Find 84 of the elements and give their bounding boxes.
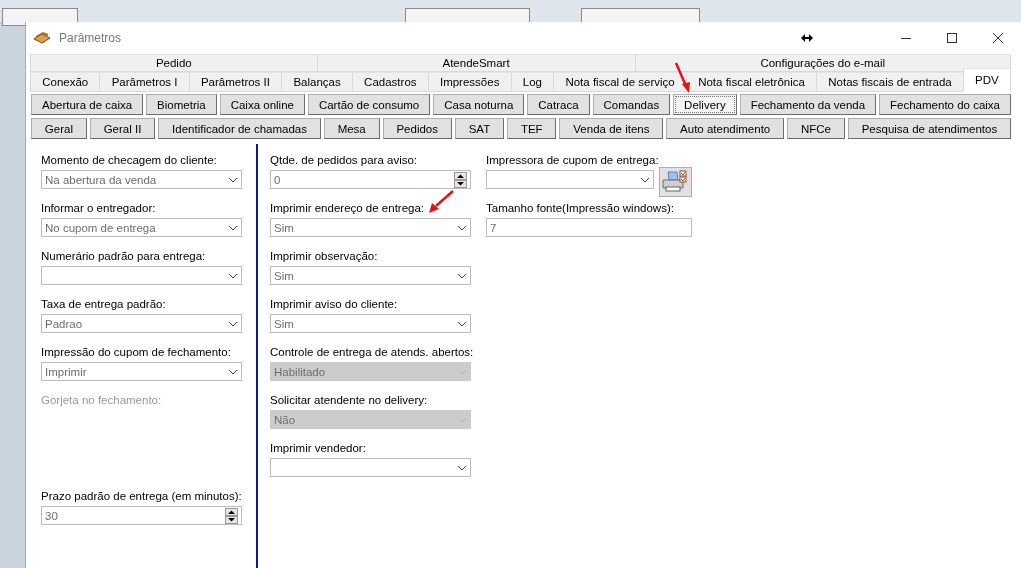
section-button[interactable]: Fechamento do caixa bbox=[879, 94, 1011, 115]
text-field[interactable]: 7 bbox=[486, 218, 692, 237]
chevron-down-icon bbox=[639, 176, 650, 183]
field-label: Impressão do cupom de fechamento: bbox=[41, 345, 231, 359]
dropdown[interactable]: Na abertura da venda bbox=[41, 170, 242, 189]
window-title: Parâmetros bbox=[59, 31, 123, 45]
tab[interactable]: Parâmetros II bbox=[188, 72, 283, 92]
section-button[interactable]: NFCe bbox=[787, 118, 845, 139]
chevron-down-icon bbox=[228, 320, 238, 327]
tab[interactable]: Impressões bbox=[427, 72, 512, 92]
spin-field[interactable]: 30 bbox=[41, 506, 242, 525]
app-icon bbox=[33, 31, 51, 45]
section-button[interactable]: Cartão de consumo bbox=[307, 94, 431, 115]
dropdown[interactable]: Sim bbox=[270, 314, 471, 333]
section-button[interactable]: Geral II bbox=[89, 118, 156, 139]
section-button[interactable]: SAT bbox=[454, 118, 505, 139]
section-button[interactable]: TEF bbox=[507, 118, 557, 139]
section-button[interactable]: Auto atendimento bbox=[666, 118, 785, 139]
tab[interactable]: Nota fiscal eletrônica bbox=[685, 72, 818, 92]
field-label: Solicitar atendente no delivery: bbox=[270, 393, 428, 407]
section-button[interactable]: Venda de itens bbox=[559, 118, 664, 139]
printer-icon bbox=[661, 170, 690, 194]
section-button[interactable]: Pesquisa de atendimentos bbox=[847, 118, 1012, 139]
printer-settings-button[interactable] bbox=[658, 167, 692, 197]
tab[interactable]: Pedido bbox=[30, 54, 318, 72]
section-button[interactable]: Geral bbox=[31, 118, 87, 139]
tab[interactable]: Parâmetros I bbox=[99, 72, 190, 92]
tab[interactable]: AtendeSmart bbox=[316, 54, 636, 72]
dropdown[interactable] bbox=[486, 170, 654, 189]
field-label: Informar o entregador: bbox=[41, 201, 156, 215]
dropdown[interactable]: Sim bbox=[270, 266, 471, 285]
field-label: Prazo padrão de entrega (em minutos): bbox=[41, 489, 242, 503]
section-button[interactable]: Fechamento da venda bbox=[739, 94, 877, 115]
section-button[interactable]: Biometria bbox=[146, 94, 217, 115]
tab[interactable]: PDV bbox=[962, 68, 1011, 92]
field-label: Imprimir observação: bbox=[270, 249, 378, 263]
section-button[interactable]: Casa noturna bbox=[433, 94, 525, 115]
dropdown[interactable]: Padrao bbox=[41, 314, 242, 333]
dropdown[interactable] bbox=[270, 458, 471, 477]
dropdown[interactable] bbox=[41, 266, 242, 285]
tab[interactable]: Log bbox=[510, 72, 555, 92]
field-label: Gorjeta no fechamento: bbox=[41, 393, 162, 407]
tab[interactable]: Nota fiscal de serviço bbox=[553, 72, 687, 92]
chevron-down-icon bbox=[457, 224, 467, 231]
chevron-down-icon bbox=[228, 176, 238, 183]
tab[interactable]: Configurações do e-mail bbox=[634, 54, 1011, 72]
field-label: Imprimir vendedor: bbox=[270, 441, 366, 455]
field-label: Momento de checagem do cliente: bbox=[41, 153, 217, 167]
chevron-down-icon bbox=[457, 272, 467, 279]
field-label: Imprimir endereço de entrega: bbox=[270, 201, 425, 215]
section-button[interactable]: Abertura de caixa bbox=[31, 94, 144, 115]
tab[interactable]: Conexão bbox=[30, 72, 101, 92]
field-label: Controle de entrega de atends. abertos: bbox=[270, 345, 474, 359]
field-label: Taxa de entrega padrão: bbox=[41, 297, 166, 311]
resize-cursor-icon bbox=[801, 34, 813, 42]
spin-field[interactable]: 0 bbox=[270, 170, 471, 189]
section-button[interactable]: Catraca bbox=[527, 94, 590, 115]
section-button[interactable]: Identificador de chamadas bbox=[158, 118, 321, 139]
section-button[interactable]: Delivery bbox=[673, 94, 737, 115]
tab[interactable]: Balanças bbox=[281, 72, 353, 92]
arrow-annotation bbox=[428, 190, 454, 214]
chevron-down-icon bbox=[228, 368, 238, 375]
field-label: Imprimir aviso do cliente: bbox=[270, 297, 398, 311]
tab[interactable]: Notas fiscais de entrada bbox=[816, 72, 964, 92]
section-button[interactable]: Mesa bbox=[323, 118, 380, 139]
chevron-down-icon bbox=[457, 464, 467, 471]
maximize-icon bbox=[946, 32, 958, 44]
spin-arrows-icon bbox=[225, 507, 238, 524]
field-label: Tamanho fonte(Impressão windows): bbox=[486, 201, 674, 215]
field-label: Impressora de cupom de entrega: bbox=[486, 153, 659, 167]
dropdown[interactable]: No cupom de entrega bbox=[41, 218, 242, 237]
chevron-down-icon bbox=[228, 224, 238, 231]
section-button[interactable]: Pedidos bbox=[382, 118, 452, 139]
section-button[interactable]: Comandas bbox=[592, 94, 671, 115]
dropdown[interactable]: Sim bbox=[270, 218, 471, 237]
dropdown[interactable]: Imprimir bbox=[41, 362, 242, 381]
field-label: Qtde. de pedidos para aviso: bbox=[270, 153, 418, 167]
close-icon bbox=[992, 32, 1004, 44]
chevron-down-icon bbox=[457, 320, 467, 327]
field-label: Numerário padrão para entrega: bbox=[41, 249, 206, 263]
tab[interactable]: Cadastros bbox=[351, 72, 429, 92]
section-button[interactable]: Caixa online bbox=[219, 94, 305, 115]
spin-arrows-icon bbox=[454, 171, 467, 188]
chevron-down-icon bbox=[228, 272, 238, 279]
